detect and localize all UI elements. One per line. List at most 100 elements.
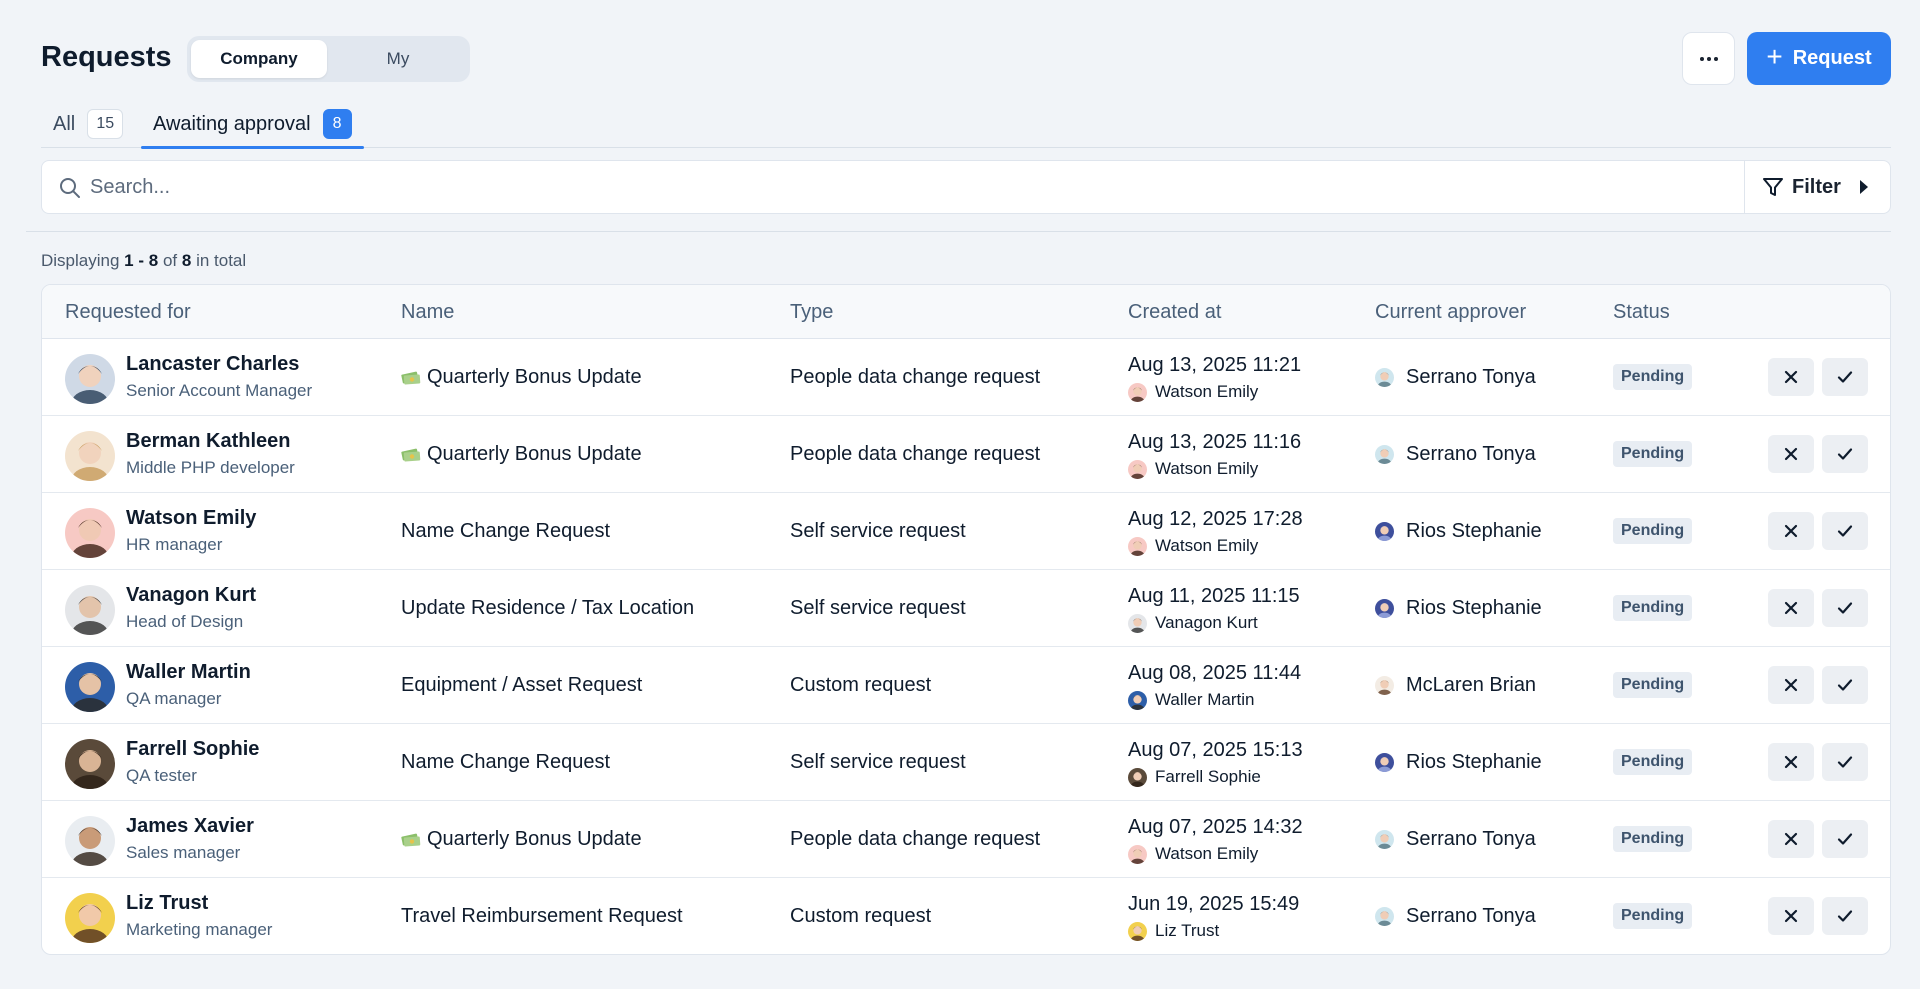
tab-all-label: All (53, 112, 76, 135)
creator-avatar (1128, 921, 1147, 941)
avatar[interactable] (65, 431, 115, 481)
avatar[interactable] (65, 816, 115, 866)
current-approver[interactable]: Serrano Tonya (1375, 443, 1536, 466)
avatar[interactable] (65, 662, 115, 712)
current-approver[interactable]: Rios Stephanie (1375, 597, 1542, 620)
search-bar: Filter (41, 160, 1891, 214)
table-row[interactable]: Berman Kathleen Middle PHP developer Quart… (42, 416, 1890, 493)
filter-label: Filter (1792, 175, 1841, 198)
approve-button[interactable] (1822, 435, 1868, 473)
avatar[interactable] (65, 893, 115, 943)
approve-button[interactable] (1822, 743, 1868, 781)
col-created-at[interactable]: Created at (1128, 301, 1221, 324)
requested-for-name[interactable]: Vanagon Kurt (126, 584, 256, 607)
table-row[interactable]: Lancaster Charles Senior Account Manager Q… (42, 339, 1890, 416)
status-badge: Pending (1613, 518, 1693, 544)
scope-my-button[interactable]: My (330, 40, 466, 78)
summary-total: 8 (181, 251, 192, 270)
requested-for-name[interactable]: Waller Martin (126, 661, 251, 684)
table-row[interactable]: Watson Emily HR manager Name Change Reques… (42, 493, 1890, 570)
tab-all[interactable]: All 15 (53, 100, 124, 148)
table-row[interactable]: Vanagon Kurt Head of Design Update Residen… (42, 570, 1890, 647)
current-approver[interactable]: McLaren Brian (1375, 674, 1536, 697)
created-by: Watson Emily (1128, 536, 1258, 556)
current-approver[interactable]: Serrano Tonya (1375, 905, 1536, 928)
request-name[interactable]: Update Residence / Tax Location (401, 597, 694, 620)
filter-button[interactable]: Filter (1744, 161, 1890, 213)
scope-company-button[interactable]: Company (191, 40, 327, 78)
table-row[interactable]: Farrell Sophie QA tester Name Change Reque… (42, 724, 1890, 801)
requested-for-name[interactable]: Lancaster Charles (126, 353, 299, 376)
request-name[interactable]: Equipment / Asset Request (401, 674, 642, 697)
table-row[interactable]: Liz Trust Marketing manager Travel Reimbur… (42, 878, 1890, 954)
request-name[interactable]: Quarterly Bonus Update (401, 443, 642, 466)
avatar[interactable] (65, 585, 115, 635)
avatar[interactable] (65, 739, 115, 789)
status-badge: Pending (1613, 903, 1693, 929)
summary-of: of (162, 251, 178, 270)
request-name[interactable]: Quarterly Bonus Update (401, 366, 642, 389)
approve-button[interactable] (1822, 512, 1868, 550)
approver-avatar (1375, 753, 1394, 772)
table-row[interactable]: James Xavier Sales manager Quarterly Bonus… (42, 801, 1890, 878)
search-input[interactable] (90, 169, 1690, 205)
reject-button[interactable] (1768, 666, 1814, 704)
approver-name: Serrano Tonya (1406, 443, 1536, 465)
col-status[interactable]: Status (1613, 301, 1670, 324)
approve-button[interactable] (1822, 666, 1868, 704)
reject-button[interactable] (1768, 435, 1814, 473)
col-type[interactable]: Type (790, 301, 833, 324)
new-request-button[interactable]: + Request (1747, 32, 1891, 85)
requested-for-role: Sales manager (126, 843, 241, 862)
col-name[interactable]: Name (401, 301, 454, 324)
more-options-button[interactable] (1682, 32, 1735, 85)
approve-button[interactable] (1822, 589, 1868, 627)
approve-button[interactable] (1822, 820, 1868, 858)
table-row[interactable]: Waller Martin QA manager Equipment / Asset… (42, 647, 1890, 724)
approve-button[interactable] (1822, 358, 1868, 396)
col-current-approver[interactable]: Current approver (1375, 301, 1526, 324)
current-approver[interactable]: Serrano Tonya (1375, 828, 1536, 851)
created-at: Aug 13, 2025 11:21 (1128, 354, 1302, 376)
request-type: Self service request (790, 520, 966, 542)
requested-for-role: QA tester (126, 766, 197, 785)
requested-for-name[interactable]: Farrell Sophie (126, 738, 259, 761)
tab-awaiting-approval[interactable]: Awaiting approval 8 (141, 100, 364, 149)
created-by-name: Waller Martin (1155, 690, 1255, 709)
requested-for-name[interactable]: Watson Emily (126, 507, 256, 530)
new-request-label: Request (1792, 47, 1872, 69)
money-icon (401, 448, 421, 461)
avatar[interactable] (65, 354, 115, 404)
requested-for-name[interactable]: Berman Kathleen (126, 430, 291, 453)
requested-for-name[interactable]: James Xavier (126, 815, 254, 838)
check-icon (1837, 371, 1853, 383)
reject-button[interactable] (1768, 589, 1814, 627)
reject-button[interactable] (1768, 820, 1814, 858)
page-title: Requests (41, 41, 172, 73)
request-type: Self service request (790, 751, 966, 773)
current-approver[interactable]: Serrano Tonya (1375, 366, 1536, 389)
reject-button[interactable] (1768, 358, 1814, 396)
money-icon (401, 833, 421, 846)
requested-for-name[interactable]: Liz Trust (126, 892, 208, 915)
close-icon (1784, 370, 1798, 384)
summary-prefix: Displaying (41, 251, 120, 270)
col-requested-for[interactable]: Requested for (65, 301, 191, 324)
request-name-label: Equipment / Asset Request (401, 674, 643, 696)
created-at: Aug 07, 2025 14:32 (1128, 816, 1303, 838)
approve-button[interactable] (1822, 897, 1868, 935)
reject-button[interactable] (1768, 897, 1814, 935)
request-name[interactable]: Name Change Request (401, 520, 610, 543)
request-name[interactable]: Name Change Request (401, 751, 610, 774)
reject-button[interactable] (1768, 743, 1814, 781)
avatar[interactable] (65, 508, 115, 558)
approver-avatar (1375, 522, 1394, 541)
current-approver[interactable]: Rios Stephanie (1375, 520, 1542, 543)
current-approver[interactable]: Rios Stephanie (1375, 751, 1542, 774)
created-by: Liz Trust (1128, 921, 1219, 941)
reject-button[interactable] (1768, 512, 1814, 550)
request-tabs: All 15 Awaiting approval 8 (41, 100, 1891, 149)
request-name[interactable]: Quarterly Bonus Update (401, 828, 642, 851)
status-badge: Pending (1613, 364, 1693, 390)
request-name[interactable]: Travel Reimbursement Request (401, 905, 683, 928)
